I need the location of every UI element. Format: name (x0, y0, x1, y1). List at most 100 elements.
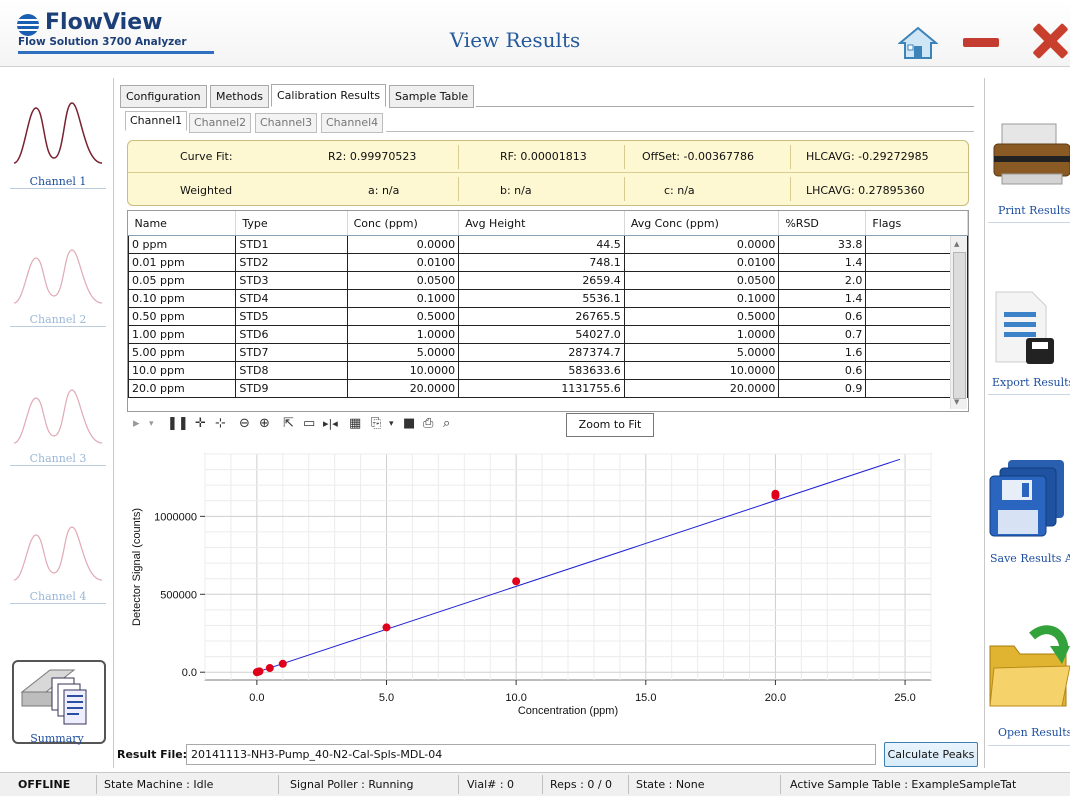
table-cell: STD5 (235, 307, 348, 326)
subtab-channel4[interactable]: Channel4 (321, 113, 384, 133)
home-icon[interactable] (898, 26, 938, 60)
curve-fit-panel: Curve Fit: R2: 0.99970523 RF: 0.00001813… (127, 140, 969, 206)
table-row[interactable]: 0.01 ppm STD2 0.0100 748.1 0.0100 1.4 (127, 253, 968, 272)
curve-panel-divider (128, 172, 968, 173)
table-cell: STD4 (235, 289, 348, 308)
table-cell: 0.9 (778, 379, 867, 398)
copy-icon[interactable]: ⎘ (371, 416, 381, 432)
table-cell: 10.0 ppm (127, 361, 237, 380)
properties-icon[interactable]: ▦ (349, 416, 361, 432)
tab-sample-table[interactable]: Sample Table (389, 85, 475, 108)
hlcavg-value: HLCAVG: -0.29272985 (806, 150, 929, 163)
channel-3-card[interactable] (10, 378, 106, 454)
table-cell: STD2 (235, 253, 348, 272)
select-rect-icon[interactable]: ▭ (303, 416, 315, 432)
table-cell: STD7 (235, 343, 348, 362)
column-header-avg-height[interactable]: Avg Height (458, 211, 625, 236)
table-cell: 5536.1 (458, 289, 625, 308)
scroll-down-arrow-icon[interactable]: ▼ (954, 398, 959, 406)
save-icon[interactable]: ■ (403, 416, 415, 432)
right-rail-divider (988, 394, 1070, 395)
zoom-out-icon[interactable]: ⊖ (239, 416, 250, 432)
table-row[interactable]: 1.00 ppm STD6 1.0000 54027.0 1.0000 0.7 (127, 325, 968, 344)
tab-configuration[interactable]: Configuration (120, 85, 207, 108)
cursor-icon[interactable]: ▸|◂ (323, 416, 338, 432)
subtab-channel3[interactable]: Channel3 (255, 113, 318, 133)
subtab-channel1[interactable]: Channel1 (125, 111, 188, 131)
print-preview-icon[interactable]: ⌕ (443, 416, 450, 432)
table-row[interactable]: 0 ppm STD1 0.0000 44.5 0.0000 33.8 (127, 235, 968, 254)
result-file-input[interactable]: 20141113-NH3-Pump_40-N2-Cal-Spls-MDL-04 (186, 744, 876, 765)
column-header-name[interactable]: Name (128, 211, 237, 236)
x-tick-label: 20.0 (765, 692, 786, 704)
scroll-thumb[interactable] (953, 252, 966, 399)
save-results-label[interactable]: Save Results A (990, 552, 1070, 565)
channel-4-card[interactable] (10, 515, 106, 591)
table-cell: 1.0000 (624, 325, 780, 344)
channel-2-card[interactable] (10, 238, 106, 314)
status-state: State : None (636, 778, 705, 791)
minimize-icon[interactable] (963, 38, 999, 47)
channel-1-label[interactable]: Channel 1 (10, 175, 106, 189)
channel-1-card[interactable] (10, 98, 106, 174)
play-icon[interactable]: ▸ (133, 416, 140, 432)
calibration-chart[interactable]: 0.0 5.0 10.0 15.0 20.0 25.0 0.0 500000 1000000 Co… (127, 440, 967, 726)
print-icon[interactable]: ⎙ (423, 416, 433, 432)
table-row[interactable]: 0.05 ppm STD3 0.0500 2659.4 0.0500 2.0 (127, 271, 968, 290)
table-cell: 54027.0 (458, 325, 625, 344)
table-row[interactable]: 0.10 ppm STD4 0.1000 5536.1 0.1000 1.4 (127, 289, 968, 308)
summary-documents-icon (20, 669, 87, 725)
table-cell: 10.0000 (347, 361, 460, 380)
table-row[interactable]: 5.00 ppm STD7 5.0000 287374.7 5.0000 1.6 (127, 343, 968, 362)
column-header-rsd[interactable]: %RSD (778, 211, 867, 236)
column-header-conc[interactable]: Conc (ppm) (347, 211, 460, 236)
table-scrollbar[interactable]: ▲ ▼ (950, 236, 967, 409)
channel-2-peak-icon (13, 249, 103, 304)
zoom-to-fit-button[interactable]: Zoom to Fit (566, 413, 654, 437)
table-cell: 1.6 (778, 343, 867, 362)
play-dropdown-icon[interactable]: ▾ (149, 416, 154, 432)
column-header-type[interactable]: Type (235, 211, 348, 236)
status-divider (628, 775, 629, 794)
table-row[interactable]: 10.0 ppm STD8 10.0000 583633.6 10.0000 0.6 (127, 361, 968, 380)
channel-3-label[interactable]: Channel 3 (10, 452, 106, 466)
print-results-label[interactable]: Print Results (998, 204, 1070, 217)
status-divider (542, 775, 543, 794)
pan-icon[interactable]: ✛ (195, 416, 206, 432)
tab-methods[interactable]: Methods (210, 85, 269, 108)
open-results-label[interactable]: Open Results (998, 726, 1070, 739)
summary-label[interactable]: Summary (12, 732, 102, 745)
tab-calibration-results[interactable]: Calibration Results (271, 84, 387, 107)
export-icon[interactable] (992, 288, 1056, 368)
column-header-avg-conc[interactable]: Avg Conc (ppm) (624, 211, 780, 236)
table-cell: 1.0000 (347, 325, 460, 344)
channel-2-label[interactable]: Channel 2 (10, 313, 106, 327)
column-header-flags[interactable]: Flags (865, 211, 968, 236)
open-folder-icon[interactable] (988, 618, 1070, 710)
export-results-label[interactable]: Export Results (992, 376, 1070, 389)
curve-panel-sep (624, 177, 625, 201)
zoom-center-icon[interactable]: ⊹ (215, 416, 226, 432)
y-axis-label: Detector Signal (counts) (131, 508, 143, 626)
curve-panel-sep (624, 145, 625, 169)
table-cell: 0.0500 (624, 271, 780, 290)
close-icon[interactable] (1032, 22, 1069, 60)
table-row[interactable]: 20.0 ppm STD9 20.0000 1131755.6 20.0000 0.9 (127, 379, 968, 398)
curve-panel-sep (790, 145, 791, 169)
table-cell: 0 ppm (127, 235, 237, 254)
table-row[interactable]: 0.50 ppm STD5 0.5000 26765.5 0.5000 0.6 (127, 307, 968, 326)
status-vial: Vial# : 0 (467, 778, 515, 791)
subtab-channel2[interactable]: Channel2 (189, 113, 252, 133)
calculate-peaks-button[interactable]: Calculate Peaks (884, 742, 978, 767)
printer-icon[interactable] (992, 120, 1070, 192)
table-cell: 0.10 ppm (127, 289, 237, 308)
status-state-machine: State Machine : Idle (104, 778, 214, 791)
copy-dropdown-icon[interactable]: ▾ (389, 416, 394, 432)
scroll-up-arrow-icon[interactable]: ▲ (954, 240, 959, 248)
zoom-in-icon[interactable]: ⊕ (259, 416, 270, 432)
pointer-icon[interactable]: ⇱ (283, 416, 294, 432)
pause-icon[interactable]: ❚❚ (167, 416, 189, 432)
channel-4-label[interactable]: Channel 4 (10, 590, 106, 604)
save-floppy-icon[interactable] (988, 456, 1070, 540)
chart-toolbar: ▸ ▾ ❚❚ ✛ ⊹ ⊖ ⊕ ⇱ ▭ ▸|◂ ▦ ⎘ ▾ ■ ⎙ ⌕ (127, 412, 567, 436)
